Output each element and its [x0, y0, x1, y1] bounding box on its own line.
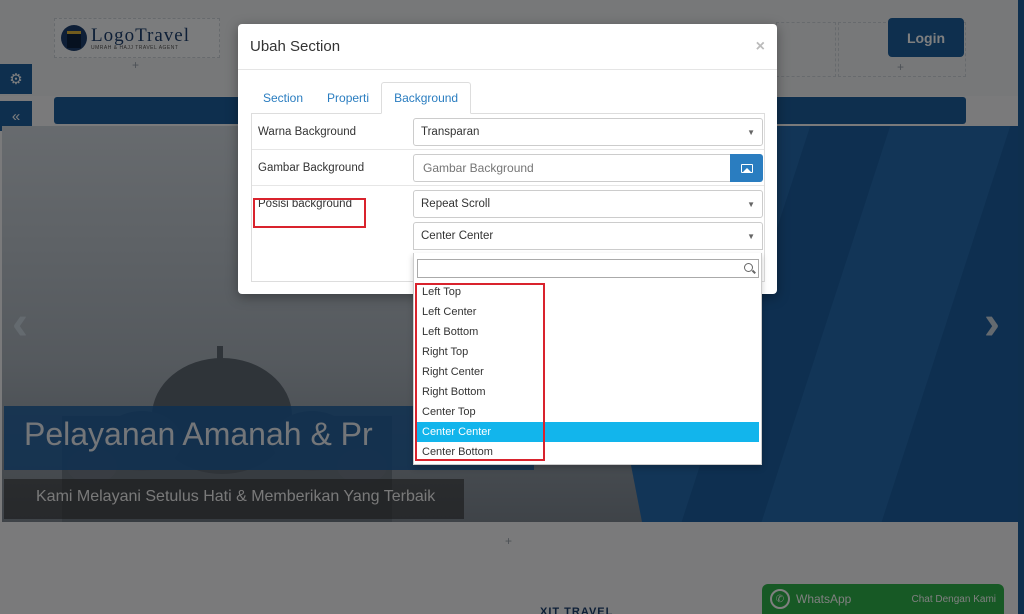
option-right-center[interactable]: Right Center [417, 362, 759, 382]
posisi-alignment-select[interactable]: Center Center ▼ [413, 222, 763, 250]
close-icon[interactable]: × [756, 38, 765, 56]
dropdown-options: Left Top Left Center Left Bottom Right T… [417, 282, 759, 462]
caret-down-icon: ▼ [747, 231, 755, 241]
tab-background[interactable]: Background [381, 82, 472, 114]
form-row-gambar: Gambar Background [252, 150, 764, 186]
posisi-background-select[interactable]: Repeat Scroll ▼ [413, 190, 763, 218]
option-center-top[interactable]: Center Top [417, 402, 759, 422]
caret-down-icon: ▼ [747, 127, 755, 137]
option-left-bottom[interactable]: Left Bottom [417, 322, 759, 342]
option-right-bottom[interactable]: Right Bottom [417, 382, 759, 402]
position-dropdown: Left Top Left Center Left Bottom Right T… [413, 253, 762, 465]
option-center-center[interactable]: Center Center [417, 422, 759, 442]
warna-background-select[interactable]: Transparan ▼ [413, 118, 763, 146]
modal-tabs: Section Properti Background [251, 82, 765, 114]
gambar-background-label: Gambar Background [258, 162, 365, 174]
search-icon [744, 263, 753, 272]
label-highlight-box [253, 198, 366, 228]
dropdown-search-input[interactable] [417, 259, 759, 278]
form-row-warna: Warna Background Transparan ▼ [252, 114, 764, 150]
option-left-center[interactable]: Left Center [417, 302, 759, 322]
browse-image-button[interactable] [730, 154, 763, 182]
tab-section[interactable]: Section [251, 82, 315, 114]
warna-background-value: Transparan [421, 126, 480, 138]
option-left-top[interactable]: Left Top [417, 282, 759, 302]
gambar-background-input[interactable] [413, 154, 731, 182]
posisi-alignment-value: Center Center [421, 230, 494, 242]
image-icon [740, 163, 753, 173]
caret-down-icon: ▼ [747, 199, 755, 209]
option-center-bottom[interactable]: Center Bottom [417, 442, 759, 462]
option-right-top[interactable]: Right Top [417, 342, 759, 362]
modal-header: Ubah Section × [238, 24, 777, 70]
tab-properti[interactable]: Properti [315, 82, 381, 114]
posisi-background-value: Repeat Scroll [421, 198, 491, 210]
warna-background-label: Warna Background [258, 126, 357, 138]
modal-title: Ubah Section [250, 38, 341, 55]
